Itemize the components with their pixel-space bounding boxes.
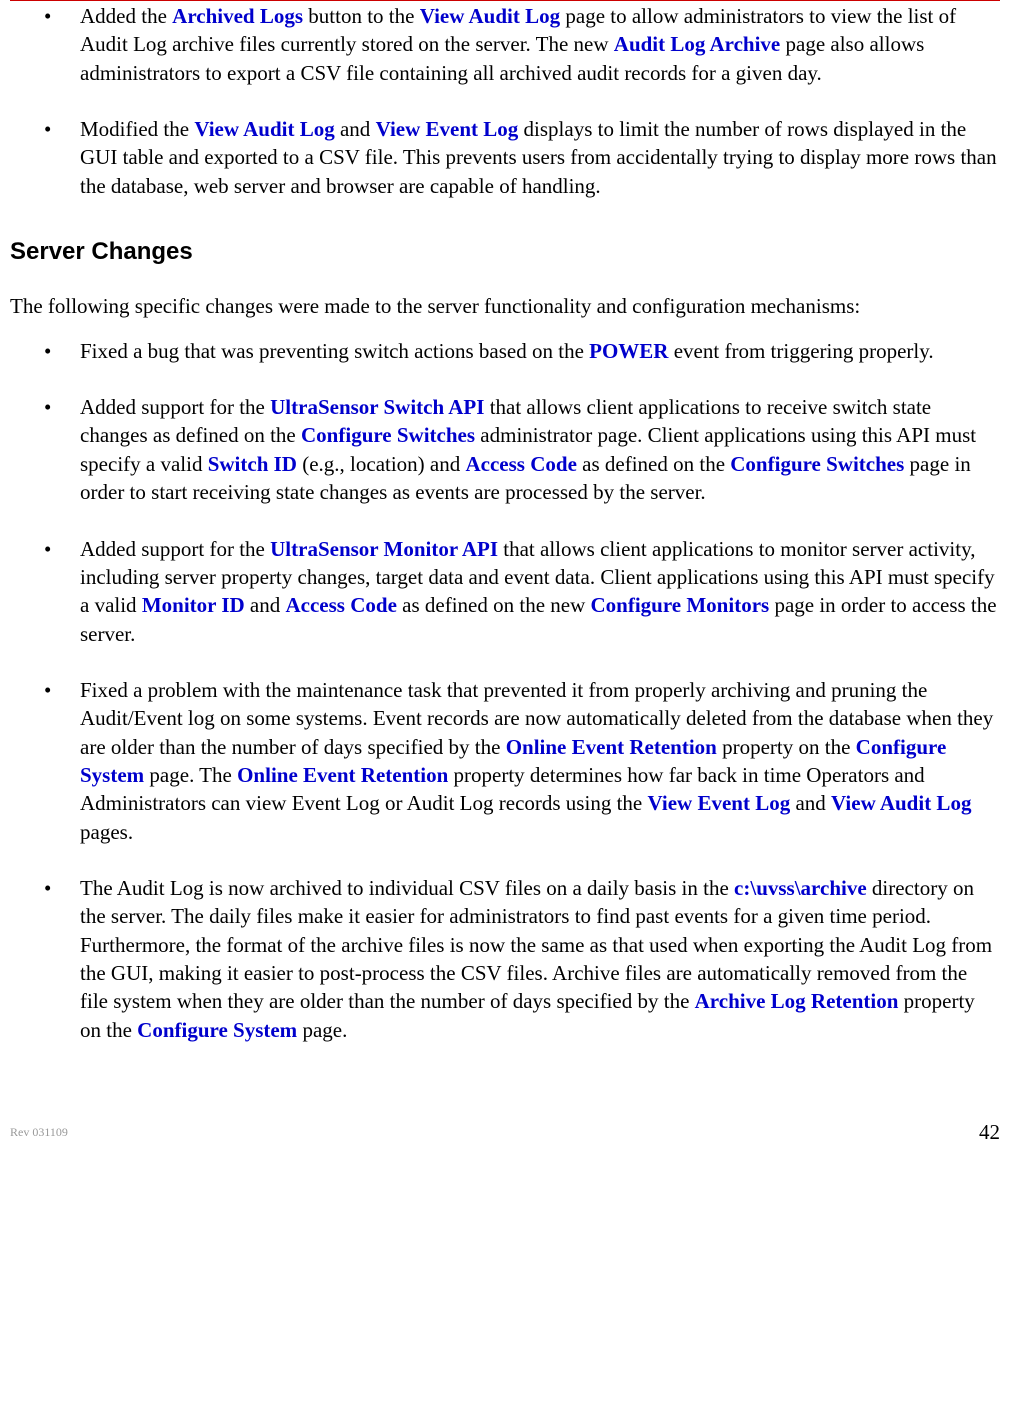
list-item: Added the Archived Logs button to the Vi… [10,2,1000,87]
emph-text: View Audit Log [420,4,560,28]
emph-text: Configure Switches [301,423,475,447]
emph-text: Configure System [137,1018,297,1042]
text: and [790,791,831,815]
text: property on the [717,735,856,759]
emph-text: Configure Monitors [591,593,770,617]
emph-text: Online Event Retention [506,735,717,759]
emph-text: Archive Log Retention [695,989,899,1013]
text: as defined on the [577,452,730,476]
text: event from triggering properly. [668,339,933,363]
bullet-list-1: Added the Archived Logs button to the Vi… [10,2,1000,200]
text: page. [297,1018,347,1042]
text: button to the [303,4,420,28]
list-item: Modified the View Audit Log and View Eve… [10,115,1000,200]
emph-text: Archived Logs [172,4,303,28]
text: and [335,117,376,141]
emph-text: View Event Log [647,791,790,815]
revision-text: Rev 031109 [10,1125,68,1139]
text: as defined on the new [397,593,591,617]
text: Fixed a bug that was preventing switch a… [80,339,589,363]
emph-text: Audit Log Archive [614,32,780,56]
page-number: 42 [979,1118,1000,1146]
text: Added support for the [80,537,270,561]
text: and [245,593,286,617]
emph-text: POWER [589,339,668,363]
list-item: The Audit Log is now archived to individ… [10,874,1000,1044]
intro-paragraph: The following specific changes were made… [10,292,1000,320]
emph-text: UltraSensor Monitor API [270,537,498,561]
emph-text: Monitor ID [142,593,245,617]
bullet-list-2: Fixed a bug that was preventing switch a… [10,337,1000,1044]
footer: Rev 031109 42 [10,1124,1000,1140]
emph-text: Access Code [286,593,397,617]
text: page. The [144,763,237,787]
emph-text: Configure Switches [730,452,904,476]
emph-text: c:\uvss\archive [734,876,867,900]
text: Modified the [80,117,194,141]
emph-text: UltraSensor Switch API [270,395,484,419]
emph-text: View Audit Log [194,117,334,141]
text: (e.g., location) and [297,452,466,476]
emph-text: Online Event Retention [237,763,448,787]
text: Added support for the [80,395,270,419]
heading-server-changes: Server Changes [10,236,1000,268]
emph-text: View Event Log [376,117,519,141]
text: pages. [80,820,133,844]
emph-text: Switch ID [208,452,297,476]
emph-text: Access Code [466,452,577,476]
list-item: Fixed a problem with the maintenance tas… [10,676,1000,846]
text: The Audit Log is now archived to individ… [80,876,734,900]
list-item: Fixed a bug that was preventing switch a… [10,337,1000,365]
list-item: Added support for the UltraSensor Monito… [10,535,1000,648]
list-item: Added support for the UltraSensor Switch… [10,393,1000,506]
text: Added the [80,4,172,28]
emph-text: View Audit Log [831,791,971,815]
